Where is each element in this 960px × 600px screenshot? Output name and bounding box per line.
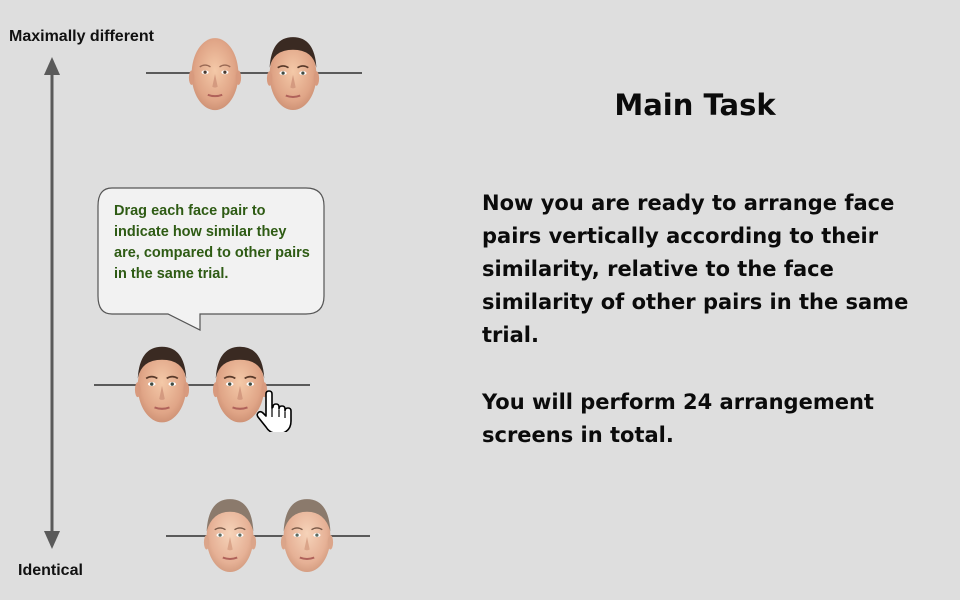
pair-baseline bbox=[94, 384, 310, 386]
hand-cursor-icon bbox=[256, 390, 292, 432]
task-title: Main Task bbox=[614, 88, 776, 122]
face-image bbox=[188, 32, 242, 118]
similarity-axis-arrow bbox=[44, 57, 60, 549]
pair-baseline bbox=[166, 535, 370, 537]
face-image bbox=[280, 491, 334, 581]
face-image bbox=[266, 26, 320, 122]
task-instructions: Now you are ready to arrange face pairs … bbox=[482, 191, 909, 347]
task-screen-count: You will perform 24 arrangement screens … bbox=[482, 390, 874, 447]
axis-top-label: Maximally different bbox=[9, 28, 154, 45]
axis-bottom-label: Identical bbox=[18, 562, 83, 579]
face-image bbox=[203, 491, 257, 581]
instruction-bubble-text: Drag each face pair to indicate how simi… bbox=[114, 203, 310, 282]
face-image bbox=[134, 342, 190, 428]
pair-baseline bbox=[146, 72, 362, 74]
